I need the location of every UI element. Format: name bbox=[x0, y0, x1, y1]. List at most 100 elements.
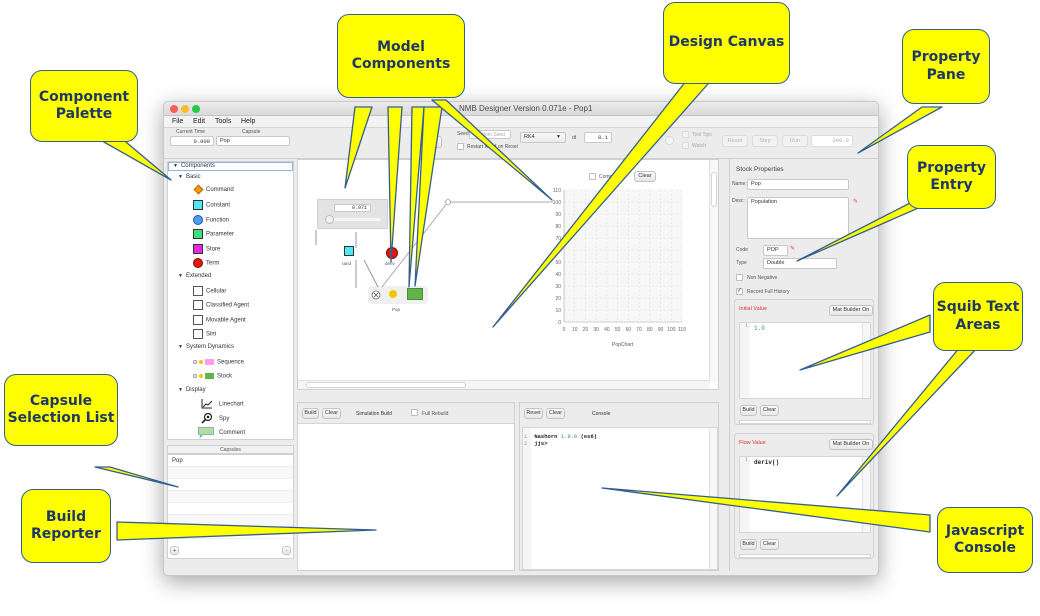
design-canvas[interactable]: 0.071 rand deriv Pop Compare Clear 0 10 20… bbox=[297, 159, 719, 390]
watch-checkbox[interactable] bbox=[682, 142, 689, 149]
menu-tools[interactable]: Tools bbox=[215, 118, 231, 125]
console-code-area[interactable]: 1 Nashorn 1.8.0 (es6) 2 jjs> bbox=[522, 427, 718, 570]
record-history-label: Record Full History bbox=[747, 289, 790, 295]
palette-item-cellular[interactable]: Cellular bbox=[193, 286, 226, 296]
canvas-vertical-scrollbar[interactable] bbox=[709, 160, 718, 382]
dt-label: dt bbox=[572, 135, 577, 141]
rand-constant-node[interactable] bbox=[344, 246, 354, 256]
sequence-flow-icon bbox=[193, 358, 215, 366]
palette-item-linechart[interactable]: Linechart bbox=[201, 399, 244, 409]
name-input[interactable]: Pop bbox=[747, 179, 849, 190]
flow-mat-builder-button[interactable]: Mat Builder On bbox=[829, 439, 873, 450]
minimize-window-button[interactable] bbox=[181, 105, 189, 113]
pin-icon[interactable]: ✎ bbox=[790, 245, 795, 252]
console-vertical-scrollbar[interactable] bbox=[709, 428, 717, 569]
palette-item-term[interactable]: Term bbox=[193, 258, 219, 268]
y-tick-label: 60 bbox=[555, 248, 561, 254]
x-tick-label: 40 bbox=[604, 327, 610, 333]
record-history-checkbox[interactable]: ✓ bbox=[736, 288, 743, 295]
palette-item-spy[interactable]: Spy bbox=[201, 412, 229, 424]
pointer-component-palette bbox=[94, 136, 172, 181]
pin-icon[interactable]: ✎ bbox=[853, 198, 858, 205]
build-output-area bbox=[298, 423, 514, 570]
full-rebuild-checkbox[interactable] bbox=[411, 409, 418, 416]
run-button[interactable]: Run bbox=[782, 135, 808, 147]
menu-edit[interactable]: Edit bbox=[193, 118, 205, 125]
capsule-field[interactable]: Pop bbox=[216, 136, 290, 146]
flow-vertical-scrollbar[interactable] bbox=[862, 457, 870, 532]
initial-build-button[interactable]: Build bbox=[740, 405, 757, 416]
seed-input[interactable]: Random Seed bbox=[469, 130, 511, 139]
chart-clear-button[interactable]: Clear bbox=[634, 171, 656, 182]
step-button[interactable]: Step bbox=[752, 135, 778, 147]
parameter-slider-node[interactable]: 0.071 bbox=[317, 199, 388, 229]
close-window-button[interactable] bbox=[170, 105, 178, 113]
palette-item-sim[interactable]: Sim bbox=[193, 329, 216, 339]
speed-knob[interactable] bbox=[665, 136, 674, 145]
scroll-thumb[interactable] bbox=[711, 172, 717, 207]
initial-clear-button[interactable]: Clear bbox=[760, 405, 779, 416]
code-input[interactable]: POP bbox=[763, 245, 788, 256]
desc-textarea[interactable]: Population bbox=[747, 197, 849, 239]
rand-node-label: rand bbox=[342, 261, 352, 266]
pop-stock-node[interactable] bbox=[368, 286, 428, 304]
empty-square-icon bbox=[193, 300, 203, 310]
dt-input[interactable]: 0.1 bbox=[584, 132, 612, 143]
reset-button[interactable]: Reset bbox=[722, 135, 748, 147]
build-clear-button[interactable]: Clear bbox=[322, 408, 341, 419]
add-capsule-button[interactable]: + bbox=[170, 546, 179, 555]
deriv-term-node[interactable] bbox=[386, 247, 398, 259]
palette-item-store[interactable]: Store bbox=[193, 244, 220, 254]
slider-value-field[interactable]: 0.071 bbox=[334, 204, 371, 212]
property-pane: Stock Properties Name: Pop Desc: Populat… bbox=[729, 159, 875, 571]
palette-item-constant[interactable]: Constant bbox=[193, 200, 230, 210]
zoom-window-button[interactable] bbox=[192, 105, 200, 113]
tooltips-checkbox[interactable] bbox=[682, 131, 689, 138]
palette-group-display[interactable]: ▼ Display bbox=[178, 387, 206, 393]
menu-file[interactable]: File bbox=[172, 118, 183, 125]
initial-horizontal-scrollbar[interactable] bbox=[739, 420, 871, 424]
console-clear-button[interactable]: Clear bbox=[546, 408, 565, 419]
compare-checkbox[interactable] bbox=[589, 173, 596, 180]
palette-item-stock[interactable]: Stock bbox=[193, 372, 232, 380]
flow-clear-button[interactable]: Clear bbox=[760, 539, 779, 550]
clear-canvas-button[interactable]: × bbox=[426, 136, 442, 148]
restart-rand-checkbox[interactable] bbox=[457, 143, 464, 150]
palette-group-extended[interactable]: ▼ Extended bbox=[178, 273, 211, 279]
palette-item-command[interactable]: Command bbox=[193, 184, 234, 195]
initial-vertical-scrollbar[interactable] bbox=[862, 323, 870, 398]
slider-thumb[interactable] bbox=[324, 215, 334, 224]
console-reset-button[interactable]: Reset bbox=[524, 408, 543, 419]
desc-label: Desc: bbox=[732, 198, 745, 204]
palette-group-system-dynamics[interactable]: ▼ System Dynamics bbox=[178, 344, 234, 350]
palette-item-comment[interactable]: Comment bbox=[198, 427, 245, 439]
palette-item-parameter[interactable]: Parameter bbox=[193, 229, 234, 239]
palette-item-movable-agent[interactable]: Movable Agent bbox=[193, 315, 246, 325]
integrator-select[interactable]: RK4 ▼ bbox=[520, 132, 566, 143]
flow-value-code-area[interactable]: 1 deriv() bbox=[739, 456, 871, 533]
menu-help[interactable]: Help bbox=[241, 118, 255, 125]
remove-capsule-button[interactable]: - bbox=[282, 546, 291, 555]
toolbar: Current Time 0.000 Capsule Pop × Seed Ra… bbox=[164, 128, 878, 159]
build-button[interactable]: Build bbox=[302, 408, 319, 419]
flow-horizontal-scrollbar[interactable] bbox=[739, 554, 871, 558]
palette-item-classified-agent[interactable]: Classified Agent bbox=[193, 300, 249, 310]
flow-value-squib: Flow Value Mat Builder On 1 deriv() Buil… bbox=[734, 433, 874, 559]
canvas-horizontal-scrollbar[interactable] bbox=[298, 380, 710, 389]
palette-item-sequence[interactable]: Sequence bbox=[193, 358, 244, 366]
flow-build-button[interactable]: Build bbox=[740, 539, 757, 550]
type-label: Type bbox=[736, 260, 747, 266]
initial-mat-builder-button[interactable]: Mat Builder On bbox=[829, 305, 873, 316]
callout-component-palette: Component Palette bbox=[30, 70, 138, 142]
name-label: Name: bbox=[732, 181, 747, 187]
capsule-item[interactable]: Pop bbox=[168, 455, 293, 467]
scroll-thumb[interactable] bbox=[306, 382, 466, 388]
type-input[interactable]: Double bbox=[763, 258, 837, 269]
empty-square-icon bbox=[193, 329, 203, 339]
end-time-field[interactable]: 200.0 bbox=[811, 135, 853, 147]
initial-value-code-area[interactable]: 1 1.0 bbox=[739, 322, 871, 399]
non-negative-checkbox[interactable] bbox=[736, 274, 743, 281]
palette-root[interactable]: ▼ Components bbox=[168, 162, 293, 171]
palette-group-basic[interactable]: ▼ Basic bbox=[178, 174, 201, 180]
palette-item-function[interactable]: Function bbox=[193, 215, 229, 225]
